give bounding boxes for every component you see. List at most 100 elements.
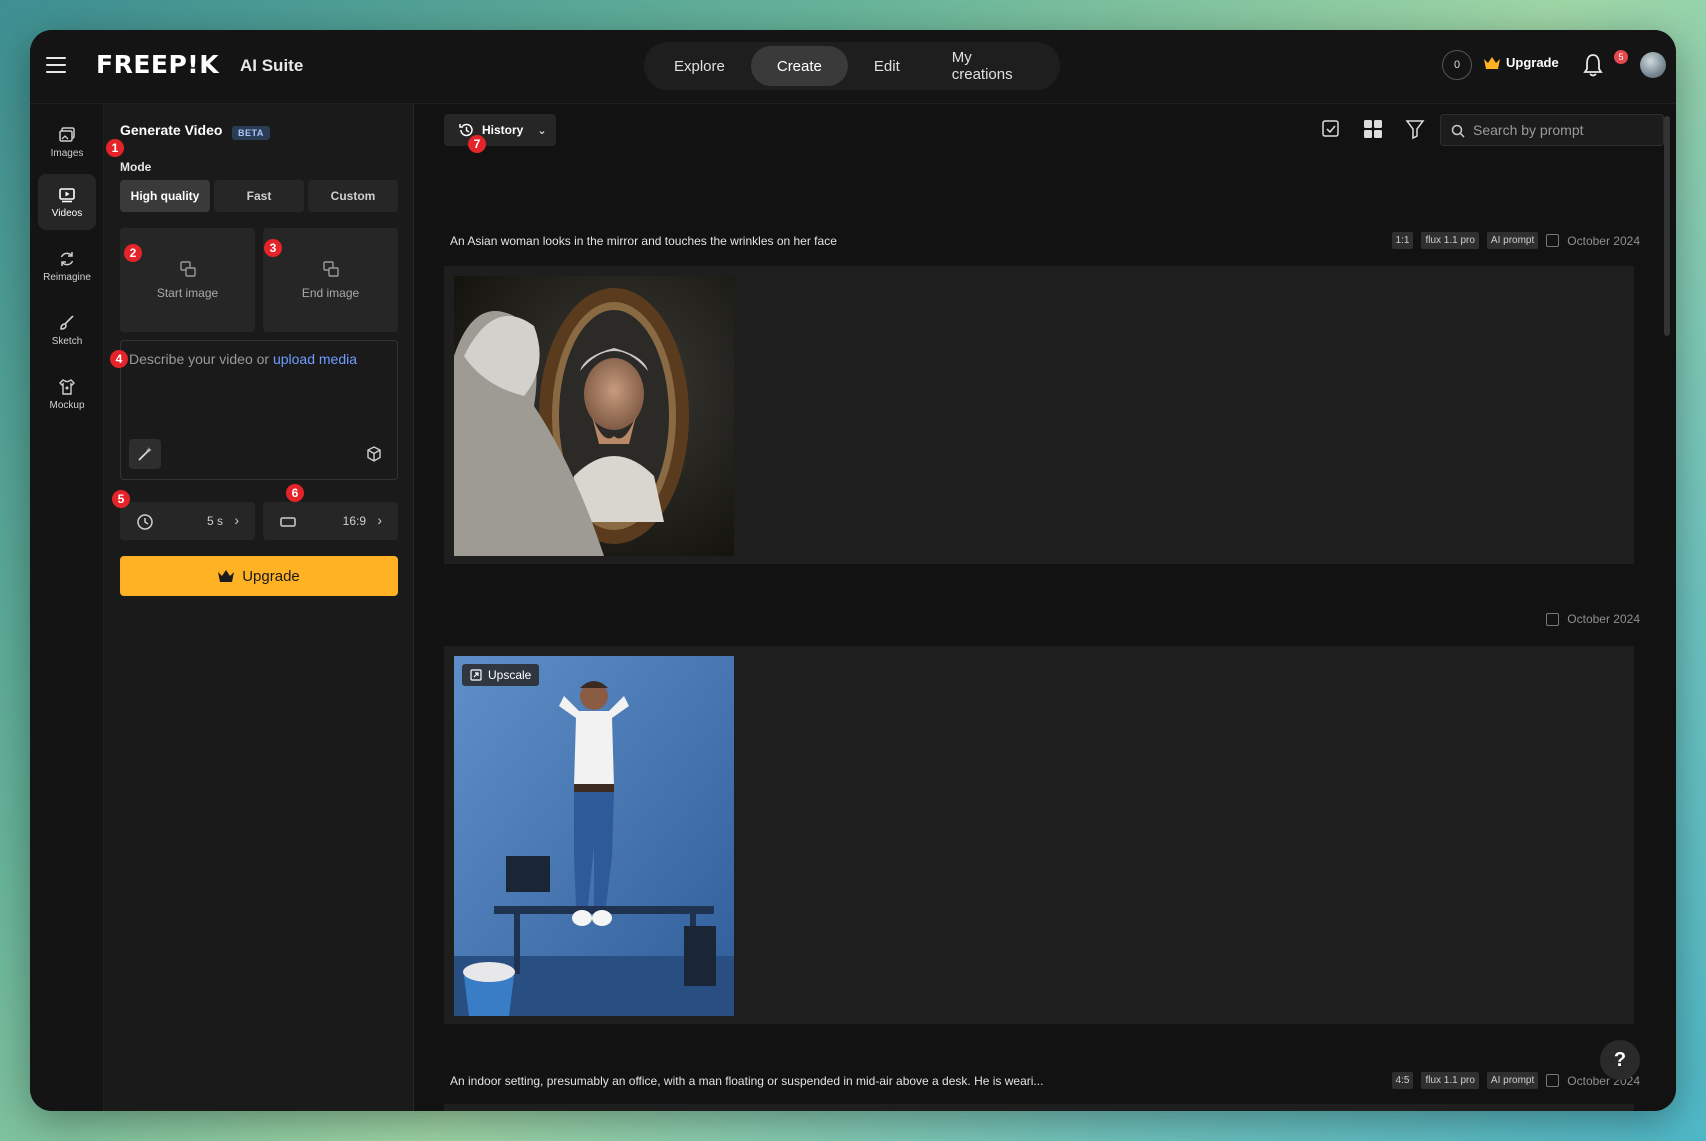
crown-icon <box>1484 56 1500 69</box>
mode-selector: High quality Fast Custom <box>120 180 398 212</box>
history-entry-header: An indoor setting, presumably an office,… <box>450 1072 1640 1092</box>
rail-item-videos[interactable]: Videos <box>38 174 96 230</box>
prompt-type-tag: AI prompt <box>1486 1072 1539 1089</box>
rail-item-label: Videos <box>51 207 83 219</box>
scrollbar[interactable] <box>1664 116 1670 336</box>
history-card <box>444 1104 1634 1111</box>
magic-wand-button[interactable] <box>129 439 161 469</box>
search-bar <box>1440 114 1664 146</box>
aspect-ratio-icon <box>280 517 296 527</box>
beta-badge: BETA <box>232 126 270 140</box>
checkbox-icon[interactable] <box>1546 1074 1560 1087</box>
rail-item-sketch[interactable]: Sketch <box>38 302 96 358</box>
history-dropdown[interactable]: History ⌄ <box>444 114 556 146</box>
history-label: History <box>482 123 524 137</box>
credits-counter[interactable]: 0 <box>1442 50 1472 80</box>
step-badge-7: 7 <box>468 135 486 153</box>
duration-selector[interactable]: 5 s › <box>120 502 255 540</box>
end-image-label: End image <box>301 286 360 300</box>
generated-image-floating-man[interactable]: Upscale <box>454 656 734 1016</box>
clock-icon <box>137 514 153 530</box>
rail-item-images[interactable]: Images <box>38 114 96 170</box>
panel-title: Generate Video <box>120 122 223 138</box>
model-tag: flux 1.1 pro <box>1421 232 1479 249</box>
rail-item-label: Reimagine <box>43 271 91 283</box>
aspect-ratio-value: 16:9 <box>342 514 366 528</box>
upload-media-link[interactable]: upload media <box>273 351 357 367</box>
refresh-icon <box>60 251 74 266</box>
tab-explore[interactable]: Explore <box>648 46 751 86</box>
prompt-input[interactable]: Describe your video or upload media <box>120 340 398 480</box>
mode-fast[interactable]: Fast <box>214 180 304 212</box>
entry-date: October 2024 <box>1546 234 1640 248</box>
bell-icon[interactable] <box>1582 52 1604 78</box>
history-card: Upscale <box>444 646 1634 1024</box>
step-badge-6: 6 <box>286 484 304 502</box>
ratio-tag: 1:1 <box>1391 232 1414 249</box>
end-image-upload[interactable]: End image <box>263 228 398 332</box>
upgrade-button[interactable]: Upgrade <box>120 556 398 596</box>
prompt-text[interactable]: An indoor setting, presumably an office,… <box>450 1074 1043 1088</box>
notification-badge: 5 <box>1614 50 1628 64</box>
entry-meta: 4:5 flux 1.1 pro AI prompt October 2024 <box>1391 1072 1640 1089</box>
search-input[interactable] <box>1473 115 1659 145</box>
start-image-upload[interactable]: Start image <box>120 228 255 332</box>
suite-label: AI Suite <box>240 56 304 75</box>
generated-image-woman-mirror[interactable] <box>454 276 734 556</box>
image-upload-icon <box>322 261 339 277</box>
chevron-right-icon: › <box>377 512 382 528</box>
filter-icon[interactable] <box>1404 118 1426 140</box>
aspect-ratio-selector[interactable]: 16:9 › <box>263 502 398 540</box>
tab-my-creations[interactable]: My creations <box>926 46 1056 86</box>
history-card <box>444 266 1634 564</box>
upgrade-link-label: Upgrade <box>1506 55 1559 70</box>
upscale-button[interactable]: Upscale <box>462 664 540 686</box>
checkbox-icon[interactable] <box>1546 612 1560 626</box>
checkbox-icon[interactable] <box>1546 234 1560 247</box>
step-badge-2: 2 <box>124 244 142 262</box>
history-entry-header: An Asian woman looks in the mirror and t… <box>450 232 1640 252</box>
chevron-right-icon: › <box>234 512 239 528</box>
select-checkbox-icon[interactable] <box>1320 118 1342 140</box>
start-image-label: Start image <box>156 286 219 300</box>
rail-item-label: Images <box>50 147 84 159</box>
tab-create[interactable]: Create <box>750 46 848 86</box>
ratio-tag: 4:5 <box>1391 1072 1414 1089</box>
chevron-down-icon: ⌄ <box>537 124 547 137</box>
entry-meta: 1:1 flux 1.1 pro AI prompt October 2024 <box>1391 232 1640 249</box>
image-upload-icon <box>179 261 196 277</box>
mode-high-quality[interactable]: High quality <box>120 180 210 212</box>
chevron-down-icon[interactable]: ⌄ <box>1674 60 1676 71</box>
history-entry-header: October 2024 <box>450 612 1640 632</box>
main-nav: Explore Create Edit My creations <box>644 42 1060 90</box>
entry-date: October 2024 <box>1546 612 1640 626</box>
menu-icon[interactable] <box>46 57 66 73</box>
tab-edit[interactable]: Edit <box>848 46 926 86</box>
upgrade-link[interactable]: Upgrade <box>1484 55 1559 70</box>
model-tag: flux 1.1 pro <box>1421 1072 1479 1089</box>
grid-view-icon[interactable] <box>1362 118 1384 140</box>
search-icon <box>1451 124 1465 138</box>
prompt-text[interactable]: An Asian woman looks in the mirror and t… <box>450 234 837 248</box>
upgrade-button-label: Upgrade <box>242 567 300 585</box>
entry-meta: October 2024 <box>1546 612 1640 626</box>
mode-custom[interactable]: Custom <box>308 180 398 212</box>
history-feed: 7 History ⌄ An Asian woman looks in the … <box>414 104 1676 1111</box>
avatar[interactable] <box>1640 52 1666 78</box>
top-bar: FREEP!K AI Suite Explore Create Edit My … <box>30 30 1676 104</box>
step-badge-4: 4 <box>110 350 128 368</box>
rail-item-reimagine[interactable]: Reimagine <box>38 238 96 294</box>
rail-item-mockup[interactable]: Mockup <box>38 366 96 422</box>
brush-icon <box>60 314 74 330</box>
brand-logo[interactable]: FREEP!K <box>96 50 219 79</box>
help-button[interactable]: ? <box>1600 1040 1640 1080</box>
upscale-label: Upscale <box>488 668 532 682</box>
duration-value: 5 s <box>206 514 223 528</box>
images-icon <box>59 126 75 142</box>
mockup-icon <box>59 378 75 395</box>
prompt-placeholder[interactable]: Describe your video or upload media <box>129 351 357 367</box>
magic-wand-icon <box>138 447 152 461</box>
crown-icon <box>218 570 235 582</box>
cube-icon[interactable] <box>365 445 383 463</box>
upscale-icon <box>470 669 482 681</box>
